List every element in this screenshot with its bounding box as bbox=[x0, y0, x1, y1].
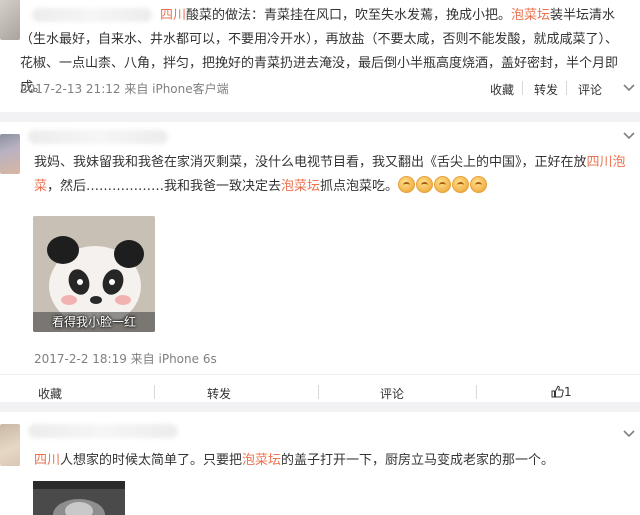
forward-button[interactable]: 转发 bbox=[534, 81, 558, 98]
post-actions: 收藏 转发 评论 1 bbox=[0, 385, 640, 401]
action-divider bbox=[476, 385, 477, 399]
forward-button[interactable]: 转发 bbox=[207, 385, 231, 402]
highlight-keyword-paocaitan[interactable]: 泡菜坛 bbox=[511, 8, 550, 23]
comment-button[interactable]: 评论 bbox=[578, 81, 602, 98]
weibo-post-2: 我妈、我妹留我和我爸在家消灭剩菜，没什么电视节目看，我又翻出《舌尖上的中国》，正… bbox=[0, 112, 640, 402]
image-caption: 看得我小脸一红 bbox=[51, 315, 136, 329]
blurred-username bbox=[28, 130, 168, 144]
chevron-down-icon[interactable] bbox=[623, 132, 635, 140]
chevron-down-icon[interactable] bbox=[623, 84, 635, 92]
action-divider bbox=[318, 385, 319, 399]
highlight-keyword-sichuan[interactable]: 四川 bbox=[160, 8, 186, 23]
like-count: 1 bbox=[564, 385, 572, 399]
post-image-panda[interactable]: 看得我小脸一红 bbox=[33, 216, 155, 332]
weibo-post-3: 四川人想家的时候太简单了。只要把泡菜坛的盖子打开一下，厨房立马变成老家的那一个。 bbox=[0, 402, 640, 515]
post-text: 四川人想家的时候太简单了。只要把泡菜坛的盖子打开一下，厨房立马变成老家的那一个。 bbox=[34, 449, 634, 473]
post-text: 我妈、我妹留我和我爸在家消灭剩菜，没什么电视节目看，我又翻出《舌尖上的中国》，正… bbox=[34, 151, 634, 199]
collect-button[interactable]: 收藏 bbox=[38, 385, 62, 402]
like-button[interactable]: 1 bbox=[551, 385, 572, 399]
action-bar-divider bbox=[0, 374, 640, 375]
post-actions: 收藏 转发 评论 bbox=[0, 81, 640, 97]
post-text-part: 的盖子打开一下，厨房立马变成老家的那一个。 bbox=[281, 453, 555, 468]
laughing-face-icon bbox=[398, 176, 416, 193]
highlight-keyword-paocaitan[interactable]: 泡菜坛 bbox=[242, 453, 281, 468]
post-text-part: 酸菜的做法：青菜挂在风口，吹至失水发蔫，挽成小把。 bbox=[186, 8, 512, 23]
thumbs-up-icon bbox=[551, 385, 564, 398]
user-avatar[interactable] bbox=[0, 134, 20, 174]
post-text-part: 抓点泡菜吃。 bbox=[320, 179, 399, 194]
laughing-face-icon bbox=[470, 176, 488, 193]
post-image-thumbnail[interactable] bbox=[33, 481, 125, 515]
chevron-down-icon[interactable] bbox=[623, 430, 635, 438]
action-divider bbox=[566, 81, 567, 95]
laughing-face-icon bbox=[452, 176, 470, 193]
user-avatar[interactable] bbox=[0, 0, 20, 40]
thumbnail-photo bbox=[33, 481, 125, 515]
post-text-part: 我妈、我妹留我和我爸在家消灭剩菜，没什么电视节目看，我又翻出《舌尖上的中国》，正… bbox=[34, 155, 587, 170]
blurred-username bbox=[28, 424, 178, 438]
highlight-keyword-sichuan[interactable]: 四川 bbox=[34, 453, 60, 468]
comment-button[interactable]: 评论 bbox=[380, 385, 404, 402]
laughing-face-icon bbox=[416, 176, 434, 193]
weibo-post-1: 四川酸菜的做法：青菜挂在风口，吹至失水发蔫，挽成小把。泡菜坛装半坛清水（生水最好… bbox=[0, 0, 640, 112]
post-text-part: 人想家的时候太简单了。只要把 bbox=[60, 453, 243, 468]
post-timestamp-source: 2017-2-2 18:19 来自 iPhone 6s bbox=[34, 352, 217, 366]
laughing-face-icon bbox=[434, 176, 452, 193]
action-divider bbox=[154, 385, 155, 399]
emoji-row bbox=[398, 176, 488, 194]
post-text-part: ，然后………………我和我爸一致决定去 bbox=[47, 179, 282, 194]
collect-button[interactable]: 收藏 bbox=[490, 81, 514, 98]
highlight-keyword-paocaitan[interactable]: 泡菜坛 bbox=[281, 179, 320, 194]
user-avatar[interactable] bbox=[0, 424, 20, 466]
action-divider bbox=[522, 81, 523, 95]
